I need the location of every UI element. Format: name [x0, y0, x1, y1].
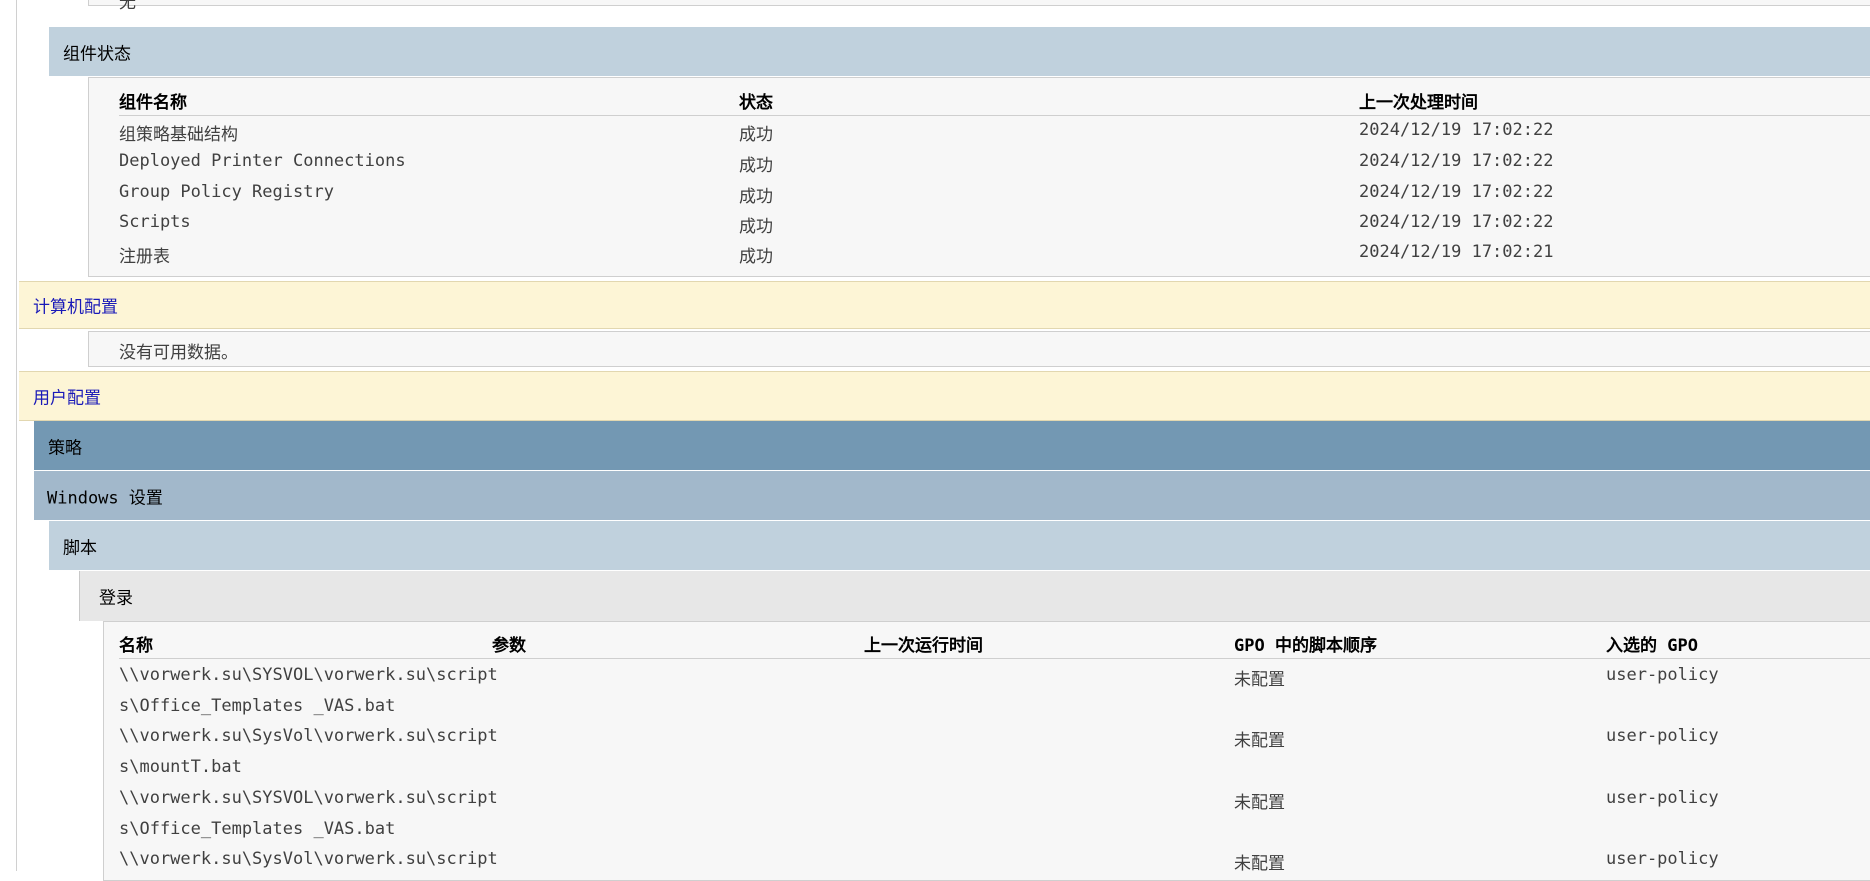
previous-section-box	[88, 0, 1870, 6]
script-name-line2: s\Office_Templates _VAS.bat	[119, 819, 396, 839]
component-time: 2024/12/19 17:02:21	[1359, 242, 1554, 262]
script-order: 未配置	[1234, 854, 1285, 874]
user-config-title: 用户配置	[33, 388, 101, 409]
component-status-title: 组件状态	[63, 44, 131, 64]
component-status: 成功	[739, 217, 773, 237]
script-order: 未配置	[1234, 731, 1285, 751]
previous-section-value: 无	[119, 0, 136, 13]
component-name: 组策略基础结构	[119, 125, 238, 145]
component-status: 成功	[739, 156, 773, 176]
component-name: Deployed Printer Connections	[119, 151, 406, 171]
script-name-line2: s\mountT.bat	[119, 757, 242, 777]
policy-header[interactable]: 策略	[34, 421, 1870, 471]
applied-gpo: user-policy	[1606, 665, 1719, 685]
script-name-line2: s\Office_Templates _VAS.bat	[119, 696, 396, 716]
user-config-header[interactable]: 用户配置	[19, 371, 1870, 421]
component-name: 注册表	[119, 247, 170, 267]
component-time: 2024/12/19 17:02:22	[1359, 120, 1554, 140]
component-time: 2024/12/19 17:02:22	[1359, 151, 1554, 171]
computer-config-title: 计算机配置	[33, 297, 118, 318]
applied-gpo: user-policy	[1606, 726, 1719, 746]
scripts-title: 脚本	[63, 538, 97, 558]
script-name-line1: \\vorwerk.su\SYSVOL\vorwerk.su\script	[119, 788, 498, 808]
header-divider	[119, 658, 1870, 659]
script-name-line1: \\vorwerk.su\SysVol\vorwerk.su\script	[119, 849, 498, 869]
script-name-line1: \\vorwerk.su\SYSVOL\vorwerk.su\script	[119, 665, 498, 685]
policy-title: 策略	[48, 438, 82, 458]
component-status: 成功	[739, 125, 773, 145]
component-name: Group Policy Registry	[119, 182, 334, 202]
logon-title: 登录	[99, 588, 133, 609]
col-header-name: 名称	[119, 636, 153, 656]
scripts-header[interactable]: 脚本	[49, 521, 1870, 571]
col-header-script-order: GPO 中的脚本顺序	[1234, 636, 1377, 656]
col-header-params: 参数	[492, 636, 526, 656]
computer-config-header[interactable]: 计算机配置	[19, 281, 1870, 329]
applied-gpo: user-policy	[1606, 788, 1719, 808]
component-status-table	[88, 77, 1870, 277]
script-order: 未配置	[1234, 670, 1285, 690]
component-status-header[interactable]: 组件状态	[49, 27, 1870, 77]
applied-gpo: user-policy	[1606, 849, 1719, 869]
header-divider	[119, 115, 1870, 116]
script-name-line1: \\vorwerk.su\SysVol\vorwerk.su\script	[119, 726, 498, 746]
col-header-component-name: 组件名称	[119, 93, 187, 113]
component-name: Scripts	[119, 212, 191, 232]
logon-header[interactable]: 登录	[79, 571, 1870, 621]
script-order: 未配置	[1234, 793, 1285, 813]
no-data-text: 没有可用数据。	[119, 343, 238, 363]
col-header-applied-gpo: 入选的 GPO	[1606, 636, 1698, 656]
col-header-last-run: 上一次运行时间	[864, 636, 983, 656]
col-header-last-processed: 上一次处理时间	[1359, 93, 1478, 113]
computer-config-body	[88, 331, 1870, 367]
windows-settings-title: Windows 设置	[47, 488, 163, 508]
component-time: 2024/12/19 17:02:22	[1359, 212, 1554, 232]
component-status: 成功	[739, 247, 773, 267]
logon-scripts-table	[103, 621, 1870, 881]
col-header-status: 状态	[739, 93, 773, 113]
component-status: 成功	[739, 187, 773, 207]
component-time: 2024/12/19 17:02:22	[1359, 182, 1554, 202]
windows-settings-header[interactable]: Windows 设置	[34, 471, 1870, 521]
